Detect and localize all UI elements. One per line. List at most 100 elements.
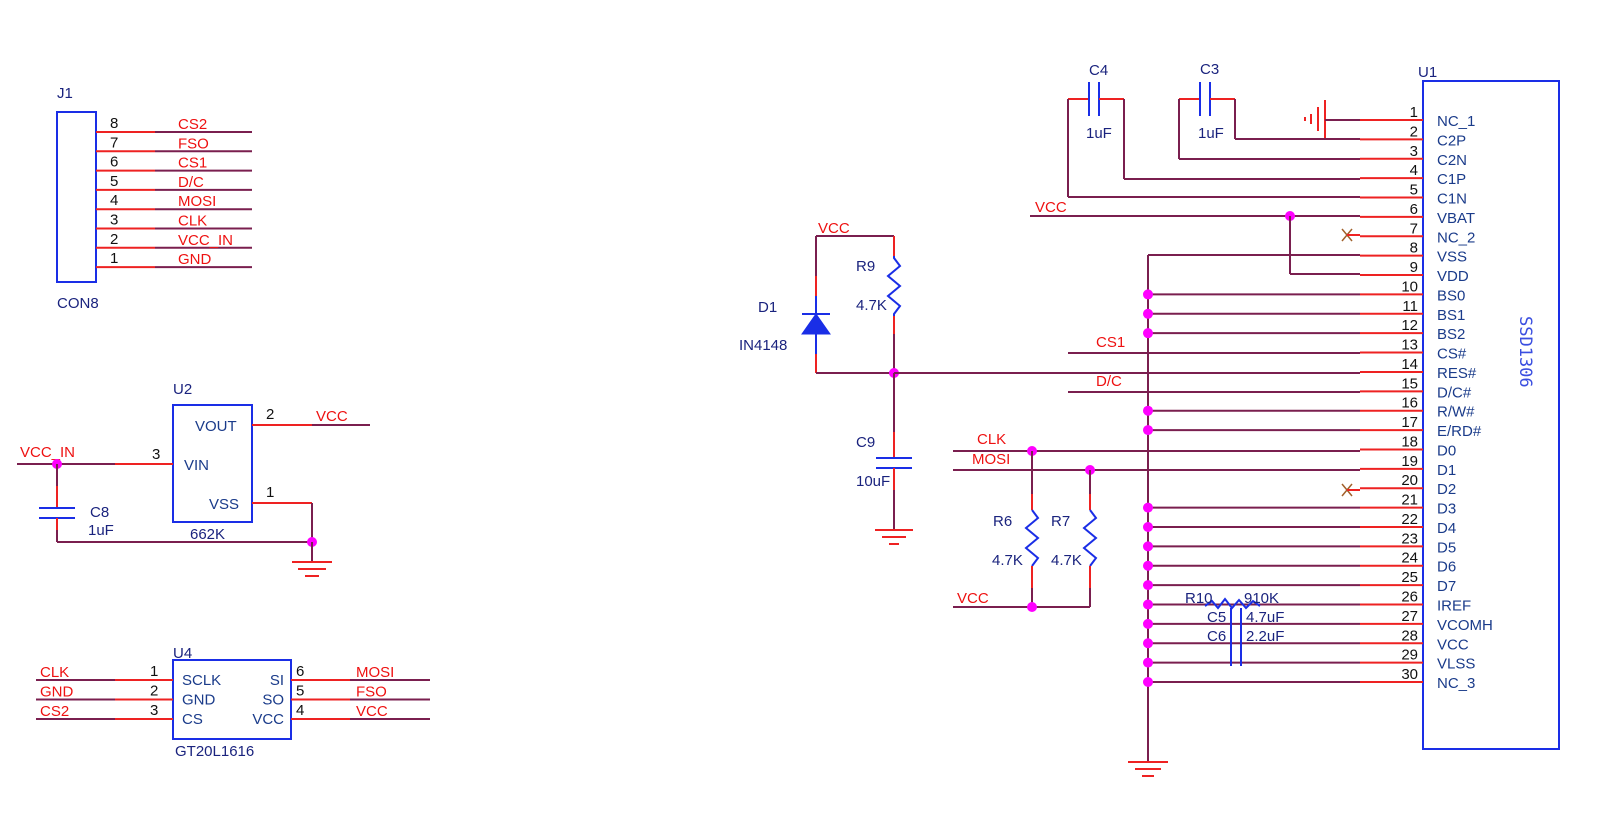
j1-pin-num: 3 [110,212,118,229]
junction-dot [1143,618,1153,629]
u1-pin-num: 29 [1401,647,1418,664]
junction-dot [1143,328,1153,339]
c8-value: 1uF [88,522,114,539]
u1-pin-name: NC_1 [1437,113,1475,130]
u1-pin-name: C2P [1437,132,1466,149]
u4-pin-num: 2 [150,683,158,700]
u1-pin-num: 19 [1401,453,1418,470]
net-label: VCC [1035,199,1067,216]
connector-j1: J1 CON8 8 CS2 7 FSO 6 CS1 5 D/C 4 MOSI 3 CLK 2 VCC_IN… [56,85,252,312]
u1-pin-name: D3 [1437,501,1456,518]
oled-controller-u1: U1 SSD1306 1 NC_1 2 C2P 3 C2N 4 C1P 5 C1N 6 VBAT 7 NC… [1360,64,1560,750]
u1-pin-name: E/RD# [1437,423,1482,440]
u1-pin-num: 14 [1401,356,1418,373]
r7-value: 4.7K [1051,552,1082,569]
u2-ref: U2 [173,381,192,398]
junction-dot [1143,425,1153,436]
u1-pin-num: 24 [1401,550,1418,567]
u1-pin-num: 17 [1401,414,1418,431]
net-label: CLK [977,431,1006,448]
net-label: MOSI [178,193,216,210]
reset-circuit: VCC D1 IN4148 R9 4.7K C9 10uF [739,220,1360,545]
u1-pin-name: R/W# [1437,404,1475,421]
u1-pin-num: 7 [1410,220,1418,237]
u2-pin-num: 3 [152,446,160,463]
ground-icon [1304,100,1326,138]
resistor-icon [1082,509,1098,567]
c6-ref: C6 [1207,628,1226,645]
j1-pin-num: 8 [110,115,118,132]
c5-ref: C5 [1207,609,1226,626]
c4-value: 1uF [1086,125,1112,142]
u1-pin-name: VSS [1437,249,1467,266]
u1-pin-name: RES# [1437,365,1477,382]
u1-bus-wiring: CS1 D/C R10 910K C5 4.7uF C6 2.2uF [1068,254,1360,777]
u1-pin-num: 13 [1401,337,1418,354]
net-label: CLK [178,213,207,230]
u1-pin-name: C1N [1437,191,1467,208]
net-label: CS2 [178,116,207,133]
net-label: D/C [1096,373,1122,390]
u1-pin-num: 3 [1410,143,1418,160]
c9-ref: C9 [856,434,875,451]
net-label: FSO [178,135,209,152]
u1-pin-name: D5 [1437,539,1456,556]
r9-value: 4.7K [856,297,887,314]
u1-pin-num: 10 [1401,278,1418,295]
u1-pin-num: 12 [1401,317,1418,334]
u1-pin-name: NC_3 [1437,675,1475,692]
u2-pin-num: 2 [266,406,274,423]
junction-dot [1143,657,1153,668]
net-label: VCC_IN [20,444,75,461]
u1-pin-name: D4 [1437,520,1456,537]
u1-pin-num: 9 [1410,259,1418,276]
charge-pump-caps: C4 1uF C3 1uF VCC [1030,61,1360,275]
u1-pin-name: VDD [1437,268,1469,285]
junction-dot [1143,580,1153,591]
j1-pin-num: 6 [110,154,118,171]
u1-pin-num: 25 [1401,569,1418,586]
u4-pin-name: SI [270,672,284,689]
net-label: CLK [40,664,69,681]
junction-dot [1027,602,1037,612]
j1-ref: J1 [57,85,73,102]
net-label: VCC [818,220,850,237]
net-label: VCC [316,408,348,425]
u4-pin-num: 4 [296,702,304,719]
u1-pin-name: C1P [1437,171,1466,188]
u4-pin-num: 5 [296,683,304,700]
u4-pin-name: SO [262,692,284,709]
junction-dot [1143,502,1153,513]
net-label: VCC_IN [178,232,233,249]
net-label: GND [178,251,212,268]
u1-pin-num: 5 [1410,182,1418,199]
u1-pin-num: 18 [1401,433,1418,450]
u1-pin-num: 28 [1401,627,1418,644]
j1-pin-num: 1 [110,250,118,267]
resistor-icon [1024,509,1040,567]
r6-ref: R6 [993,513,1012,530]
r10-value: 910K [1244,590,1279,607]
net-label: CS2 [40,703,69,720]
junction-dot [1143,405,1153,416]
u2-pin-name: VSS [209,496,239,513]
u1-pin-num: 22 [1401,511,1418,528]
u4-pin-num: 3 [150,702,158,719]
junction-dot [1143,521,1153,532]
u1-pin-name: IREF [1437,598,1471,615]
c9-value: 10uF [856,473,890,490]
u1-pin-name: D1 [1437,462,1456,479]
j1-body [56,111,97,283]
u1-pin-num: 26 [1401,589,1418,606]
font-chip-u4: U4 GT20L1616 1SCLKCLK2GNDGND3CSCS26SI MOS… [36,645,430,760]
u4-pin-name: VCC [252,711,284,728]
u4-pin-name: SCLK [182,672,221,689]
u4-pin-name: GND [182,692,216,709]
j1-pin-num: 7 [110,134,118,151]
c4-ref: C4 [1089,62,1108,79]
u1-pin-name: VCC [1437,636,1469,653]
u1-pin-num: 8 [1410,240,1418,257]
u1-pin-num: 27 [1401,608,1418,625]
u1-pin-num: 1 [1410,104,1418,121]
junction-dot [1143,541,1153,552]
